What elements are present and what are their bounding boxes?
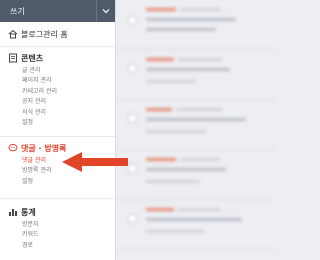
divider [0, 136, 115, 137]
document-icon [9, 53, 17, 63]
section-comments-title: 댓글 · 방명록 [21, 143, 67, 153]
row-checkbox[interactable] [128, 16, 137, 25]
section-content-header: 콘텐츠 [0, 51, 115, 65]
list-item [116, 200, 276, 250]
write-label: 쓰기 [10, 6, 25, 16]
sidebar-item-referrers[interactable]: 경로 [22, 241, 115, 251]
sidebar-item-content-settings[interactable]: 설정 [22, 118, 115, 128]
section-content-title: 콘텐츠 [21, 53, 44, 63]
row-checkbox[interactable] [128, 214, 137, 223]
sidebar: 쓰기 블로그관리 홈 콘텐츠 글 관리 페이지 관리 카테고리 관리 공지 관리… [0, 0, 116, 260]
sidebar-item-notices[interactable]: 공지 관리 [22, 97, 115, 107]
write-divider [96, 0, 97, 22]
row-checkbox[interactable] [128, 64, 137, 73]
sidebar-item-posts[interactable]: 글 관리 [22, 66, 115, 76]
divider [0, 46, 115, 47]
write-button[interactable]: 쓰기 [0, 0, 115, 22]
bar-chart-icon [9, 209, 17, 216]
sidebar-item-visitors[interactable]: 방문자 [22, 220, 115, 230]
sidebar-item-home[interactable]: 블로그관리 홈 [0, 27, 115, 41]
divider [0, 198, 115, 199]
list-item [116, 100, 276, 150]
row-checkbox[interactable] [128, 114, 137, 123]
comment-list-blurred [116, 0, 276, 260]
home-icon [8, 29, 18, 39]
section-stats-header: 통계 [0, 205, 115, 219]
sidebar-item-templates[interactable]: 서식 관리 [22, 108, 115, 118]
speech-bubble-icon [8, 143, 18, 152]
sidebar-item-keywords[interactable]: 키워드 [22, 230, 115, 240]
sidebar-item-categories[interactable]: 카테고리 관리 [22, 87, 115, 97]
list-item [116, 150, 276, 200]
list-item [116, 50, 276, 100]
sidebar-item-pages[interactable]: 페이지 관리 [22, 76, 115, 86]
list-item [116, 0, 276, 50]
chevron-down-icon[interactable] [101, 6, 111, 16]
sidebar-item-comments-settings[interactable]: 설정 [22, 177, 115, 187]
annotation-arrow-icon [62, 152, 128, 172]
section-stats-title: 통계 [21, 207, 36, 217]
home-label: 블로그관리 홈 [21, 29, 68, 39]
